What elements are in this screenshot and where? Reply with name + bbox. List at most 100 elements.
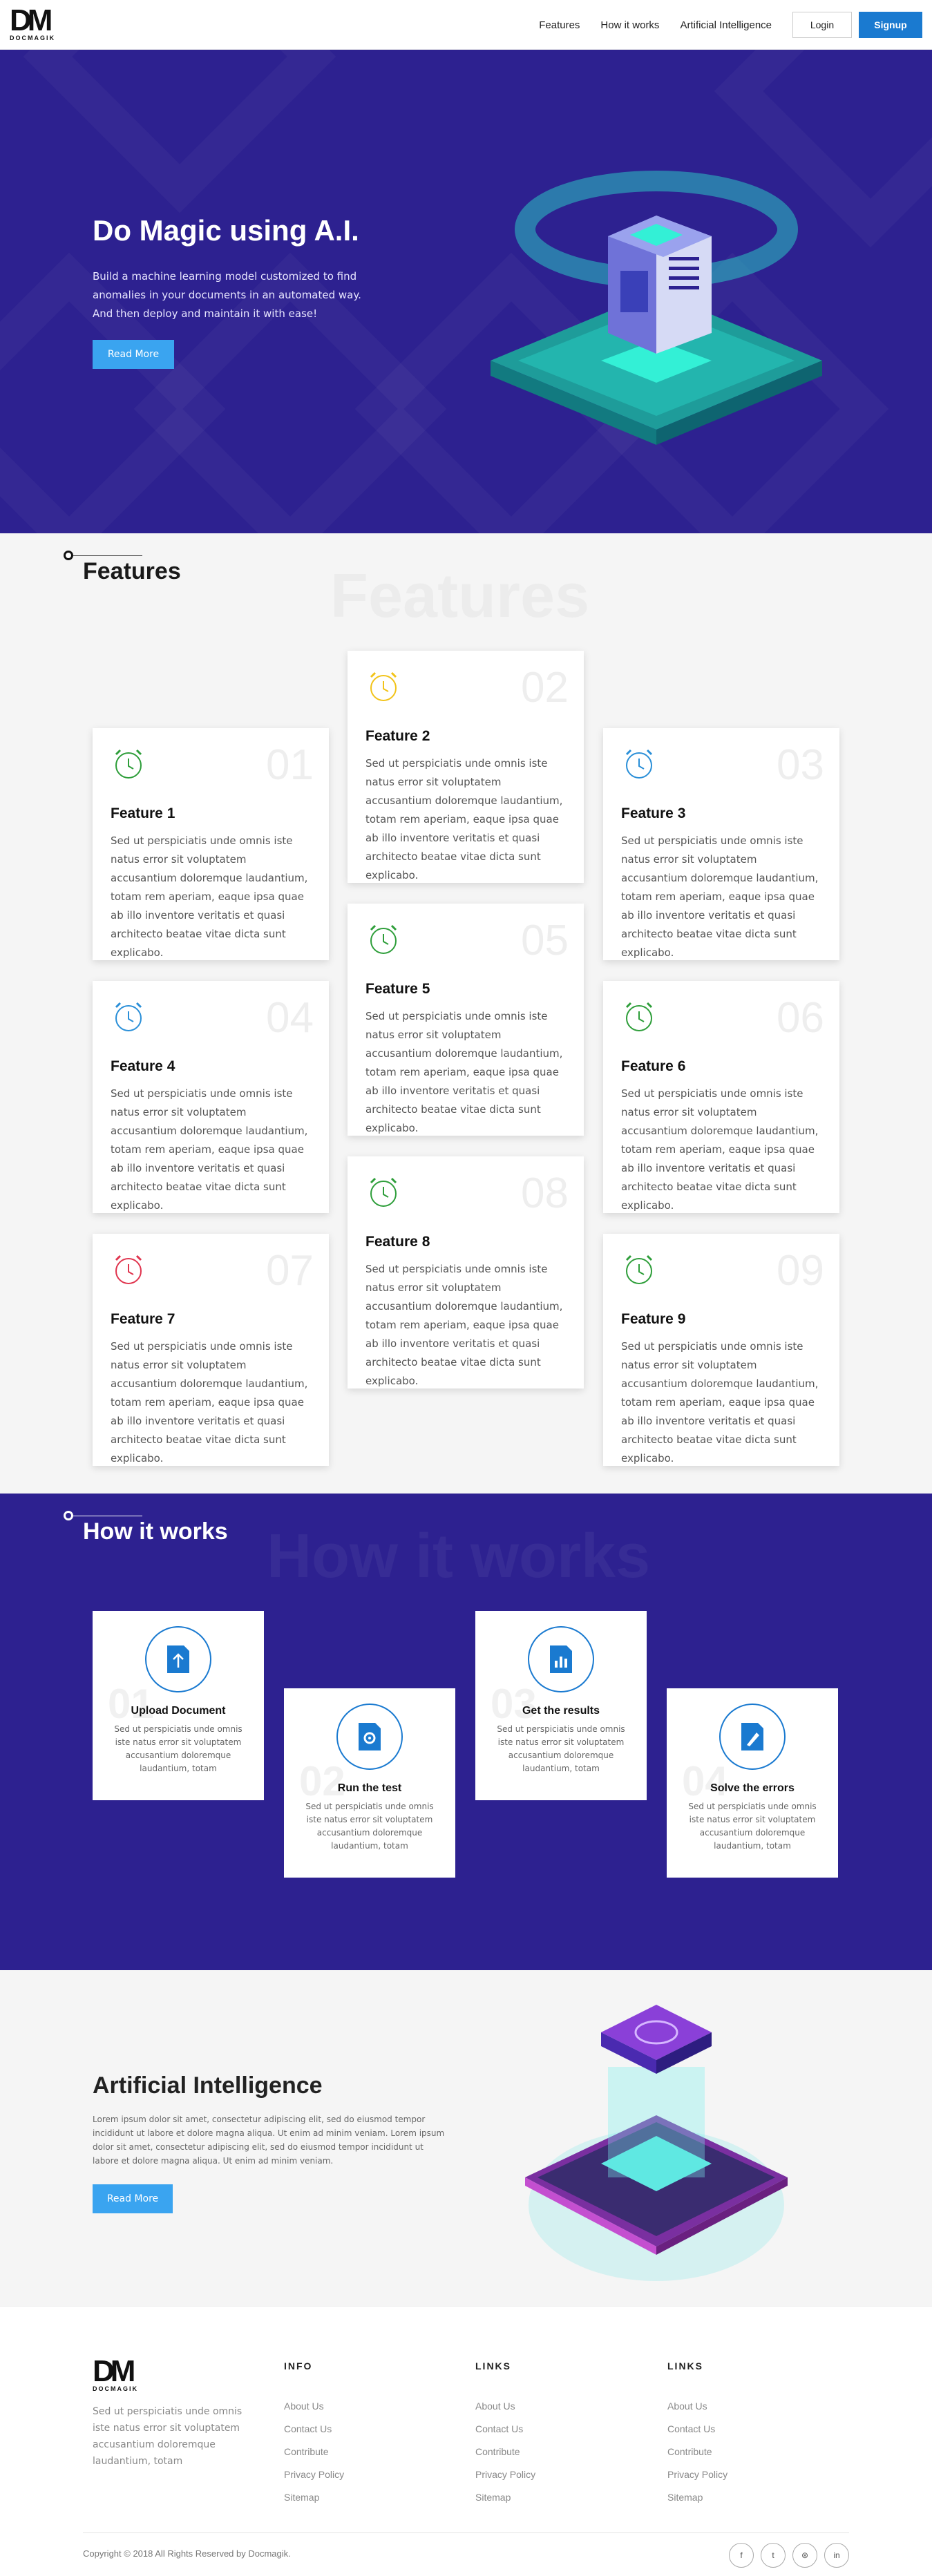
feature-text: Sed ut perspiciatis unde omnis iste natu… <box>365 1263 563 1387</box>
nav-link-how-it-works[interactable]: How it works <box>600 19 659 31</box>
footer-logo[interactable]: DM DOCMAGIK <box>93 2356 137 2394</box>
dribbble-icon[interactable]: ⊛ <box>792 2543 817 2568</box>
footer-link[interactable]: About Us <box>284 2401 344 2412</box>
linkedin-icon[interactable]: in <box>824 2543 849 2568</box>
feature-title: Feature 9 <box>621 1311 686 1327</box>
feature-card: 01 Feature 1 Sed ut perspiciatis unde om… <box>93 728 329 960</box>
feature-text: Sed ut perspiciatis unde omnis iste natu… <box>365 1010 563 1134</box>
feature-number: 03 <box>777 741 824 789</box>
how-it-works-ghost-title: How it works <box>267 1522 651 1591</box>
feature-text: Sed ut perspiciatis unde omnis iste natu… <box>621 1340 819 1464</box>
step-card: 01 Upload Document Sed ut perspiciatis u… <box>93 1611 264 1800</box>
feature-text: Sed ut perspiciatis unde omnis iste natu… <box>111 834 308 959</box>
alarm-clock-icon <box>115 1254 142 1284</box>
feature-text: Sed ut perspiciatis unde omnis iste natu… <box>621 1087 819 1212</box>
hero-title: Do Magic using A.I. <box>93 214 359 247</box>
footer-link[interactable]: Privacy Policy <box>667 2469 727 2480</box>
feature-title: Feature 4 <box>111 1058 175 1074</box>
hero-read-more-button[interactable]: Read More <box>93 340 174 369</box>
feature-title: Feature 3 <box>621 805 686 821</box>
step-title: Solve the errors <box>710 1782 795 1794</box>
gear-document-icon <box>359 1723 381 1750</box>
ai-section: Artificial Intelligence Lorem ipsum dolo… <box>0 1970 932 2306</box>
features-section: Features Features 01 Feature 1 Sed ut pe… <box>0 533 932 1494</box>
nav-links: Features How it works Artificial Intelli… <box>539 12 922 38</box>
ai-read-more-button[interactable]: Read More <box>93 2184 173 2213</box>
feature-text: Sed ut perspiciatis unde omnis iste natu… <box>365 757 563 881</box>
nav-link-ai[interactable]: Artificial Intelligence <box>680 19 772 31</box>
step-icon-circle <box>528 1626 594 1692</box>
feature-title: Feature 1 <box>111 805 175 821</box>
alarm-clock-icon <box>625 1002 653 1031</box>
section-marker-dot <box>64 551 73 560</box>
social-links: f t ⊛ in <box>722 2543 849 2568</box>
copyright: Copyright © 2018 All Rights Reserved by … <box>83 2548 291 2559</box>
footer-link[interactable]: About Us <box>667 2401 727 2412</box>
alarm-clock-icon <box>115 749 142 779</box>
feature-number: 05 <box>521 917 569 964</box>
feature-text: Sed ut perspiciatis unde omnis iste natu… <box>111 1340 308 1464</box>
facebook-icon[interactable]: f <box>729 2543 754 2568</box>
footer-link[interactable]: Contact Us <box>284 2423 344 2434</box>
footer-link[interactable]: Privacy Policy <box>284 2469 344 2480</box>
footer-link[interactable]: Contribute <box>475 2446 535 2457</box>
signup-button[interactable]: Signup <box>859 12 922 38</box>
alarm-clock-icon <box>370 1177 397 1207</box>
footer-link[interactable]: Sitemap <box>284 2492 344 2503</box>
ai-text: Lorem ipsum dolor sit amet, consectetur … <box>93 2115 445 2166</box>
step-title: Upload Document <box>131 1705 226 1717</box>
feature-card: 04 Feature 4 Sed ut perspiciatis unde om… <box>93 981 329 1213</box>
footer-link[interactable]: Privacy Policy <box>475 2469 535 2480</box>
alarm-clock-icon <box>625 1254 653 1284</box>
logo[interactable]: DM DOCMAGIK <box>10 6 54 43</box>
footer-link[interactable]: Contribute <box>284 2446 344 2457</box>
upload-icon <box>167 1645 189 1673</box>
login-button[interactable]: Login <box>792 12 852 38</box>
how-it-works-title: How it works <box>83 1518 228 1545</box>
pen-icon <box>741 1723 763 1750</box>
footer-column: LINKS About Us Contact Us Contribute Pri… <box>475 2360 535 2515</box>
hero-section: Do Magic using A.I. Build a machine lear… <box>0 50 932 533</box>
features-ghost-title: Features <box>330 561 589 632</box>
feature-card: 03 Feature 3 Sed ut perspiciatis unde om… <box>603 728 839 960</box>
footer-column: LINKS About Us Contact Us Contribute Pri… <box>667 2360 727 2515</box>
feature-number: 07 <box>266 1247 314 1295</box>
ai-brain-illustration <box>525 2005 788 2281</box>
footer-link[interactable]: Contact Us <box>475 2423 535 2434</box>
footer-column-title: LINKS <box>475 2360 511 2372</box>
ai-title: Artificial Intelligence <box>93 2072 323 2099</box>
step-text: Sed ut perspiciatis unde omnis iste natu… <box>305 1802 434 1851</box>
feature-number: 08 <box>521 1170 569 1217</box>
feature-number: 02 <box>521 664 569 712</box>
feature-title: Feature 2 <box>365 728 430 744</box>
footer-description: Sed ut perspiciatis unde omnis iste natu… <box>93 2406 242 2467</box>
footer-link[interactable]: Contribute <box>667 2446 727 2457</box>
feature-text: Sed ut perspiciatis unde omnis iste natu… <box>621 834 819 959</box>
feature-card: 09 Feature 9 Sed ut perspiciatis unde om… <box>603 1234 839 1466</box>
footer-link[interactable]: About Us <box>475 2401 535 2412</box>
feature-number: 04 <box>266 994 314 1042</box>
feature-card: 05 Feature 5 Sed ut perspiciatis unde om… <box>348 904 584 1136</box>
navbar: DM DOCMAGIK Features How it works Artifi… <box>0 0 932 50</box>
feature-number: 06 <box>777 994 824 1042</box>
twitter-icon[interactable]: t <box>761 2543 786 2568</box>
server-illustration <box>491 171 822 445</box>
step-title: Run the test <box>337 1782 402 1794</box>
how-it-works-section: How it works How it works 01 Upload Docu… <box>0 1494 932 1970</box>
feature-title: Feature 6 <box>621 1058 686 1074</box>
footer-column-title: LINKS <box>667 2360 703 2372</box>
footer-link[interactable]: Contact Us <box>667 2423 727 2434</box>
feature-title: Feature 5 <box>365 981 430 997</box>
step-text: Sed ut perspiciatis unde omnis iste natu… <box>114 1724 242 1773</box>
feature-title: Feature 7 <box>111 1311 175 1327</box>
alarm-clock-icon <box>370 671 397 701</box>
alarm-clock-icon <box>370 924 397 954</box>
step-card: 03 Get the results Sed ut perspiciatis u… <box>475 1611 647 1800</box>
feature-number: 09 <box>777 1247 824 1295</box>
step-card: 04 Solve the errors Sed ut perspiciatis … <box>667 1688 838 1878</box>
footer-link[interactable]: Sitemap <box>475 2492 535 2503</box>
nav-link-features[interactable]: Features <box>539 19 580 31</box>
footer-link[interactable]: Sitemap <box>667 2492 727 2503</box>
hero-text: Build a machine learning model customize… <box>93 270 361 320</box>
step-text: Sed ut perspiciatis unde omnis iste natu… <box>688 1802 817 1851</box>
